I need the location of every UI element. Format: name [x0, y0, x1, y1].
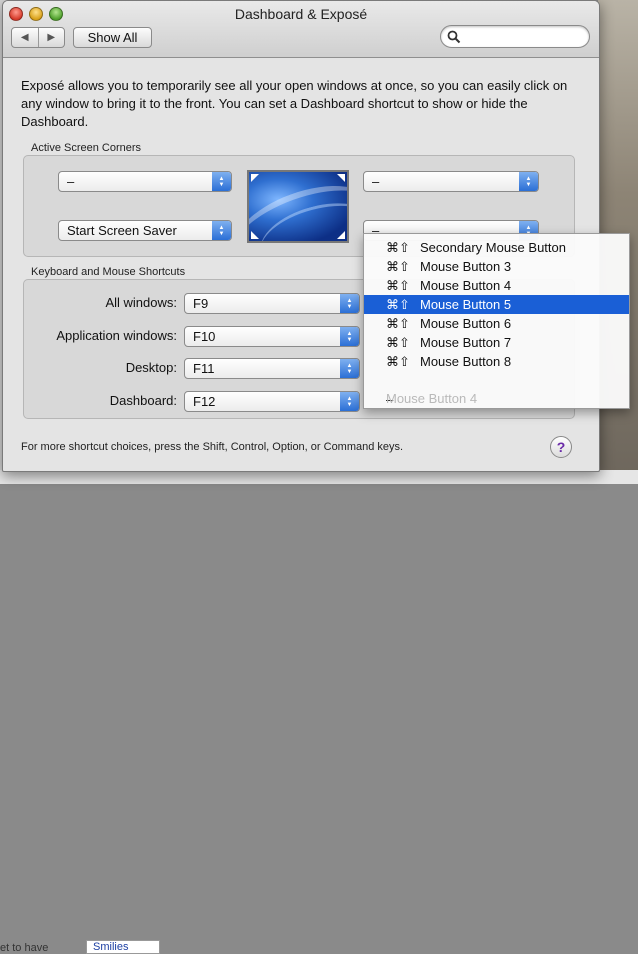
menu-item-mouse-button-4[interactable]: ⌘⇧ Mouse Button 4 [364, 276, 629, 295]
corner-marker-icon [251, 174, 259, 182]
command-shift-icon: ⌘⇧ [386, 259, 410, 274]
forward-arrow-icon[interactable]: ▶ [39, 28, 65, 47]
shortcuts-group-label: Keyboard and Mouse Shortcuts [31, 266, 186, 278]
window-title: Dashboard & Exposé [234, 6, 368, 22]
menu-item-mouse-button-8[interactable]: ⌘⇧ Mouse Button 8 [364, 352, 629, 371]
search-field[interactable] [440, 25, 590, 48]
menu-separator [364, 371, 629, 390]
back-forward-control: ◀ ▶ [11, 27, 65, 48]
top-right-corner-popup[interactable]: – ▲ ▼ [363, 171, 539, 192]
all-windows-key-popup[interactable]: F9 ▲ ▼ [184, 293, 360, 314]
popup-arrows-icon: ▲▼ [340, 294, 359, 313]
screen-corners-preview [247, 170, 349, 243]
dashboard-key-value: F12 [193, 394, 216, 409]
top-left-corner-popup[interactable]: – ▲ ▼ [58, 171, 232, 192]
bottom-left-corner-popup[interactable]: Start Screen Saver ▲ ▼ [58, 220, 232, 241]
menu-item-label: Mouse Button 4 [420, 278, 512, 293]
bottom-left-corner-value: Start Screen Saver [67, 223, 177, 238]
background-text: et to have [0, 942, 49, 954]
menu-item-label: Mouse Button 5 [420, 297, 512, 312]
dashboard-label: Dashboard: [109, 393, 177, 408]
footer-hint: For more shortcut choices, press the Shi… [21, 441, 404, 453]
titlebar: Dashboard & Exposé ◀ ▶ Show All [3, 1, 599, 58]
popup-arrows-icon: ▲▼ [212, 221, 231, 240]
description-text: Exposé allows you to temporarily see all… [21, 78, 568, 129]
command-shift-icon: ⌘⇧ [386, 297, 410, 312]
show-all-button[interactable]: Show All [73, 27, 152, 48]
all-windows-label: All windows: [105, 295, 177, 310]
application-windows-key-value: F10 [193, 329, 216, 344]
menu-item-label: Mouse Button 8 [420, 354, 512, 369]
popup-arrows-icon: ▲▼ [519, 172, 538, 191]
command-shift-icon: ⌘⇧ [386, 240, 410, 255]
top-right-corner-value: – [372, 174, 380, 189]
help-button[interactable]: ? [550, 436, 572, 458]
all-windows-key-value: F9 [193, 296, 209, 311]
background-window-bottom: et to have Smilies [0, 470, 638, 954]
command-shift-icon: ⌘⇧ [386, 335, 410, 350]
menu-item-label: Secondary Mouse Button [420, 240, 566, 255]
background-box: Smilies [86, 940, 160, 954]
popup-arrows-icon: ▲▼ [340, 359, 359, 378]
desktop-key-value: F11 [193, 361, 215, 376]
menu-item-label: Mouse Button 6 [420, 316, 512, 331]
top-left-corner-value: – [67, 174, 75, 189]
menu-item-label: Mouse Button 3 [420, 259, 512, 274]
application-windows-key-popup[interactable]: F10 ▲ ▼ [184, 326, 360, 347]
corners-group-label: Active Screen Corners [31, 142, 142, 154]
menu-item-mouse-button-5[interactable]: ⌘⇧ Mouse Button 5 [364, 295, 629, 314]
desktop-key-popup[interactable]: F11 ▲ ▼ [184, 358, 360, 379]
corner-marker-icon [251, 231, 259, 239]
dashboard-key-popup[interactable]: F12 ▲ ▼ [184, 391, 360, 412]
popup-arrows-icon: ▲▼ [340, 327, 359, 346]
search-icon [447, 30, 461, 44]
menu-item-mouse-button-6[interactable]: ⌘⇧ Mouse Button 6 [364, 314, 629, 333]
menu-item-label: Mouse Button 7 [420, 335, 512, 350]
popup-arrows-icon: ▲▼ [340, 392, 359, 411]
application-windows-label: Application windows: [56, 328, 177, 343]
back-arrow-icon[interactable]: ◀ [12, 28, 39, 47]
hidden-mouse-popup-value: Mouse Button 4 [386, 391, 478, 406]
menu-item-mouse-button-3[interactable]: ⌘⇧ Mouse Button 3 [364, 257, 629, 276]
corner-marker-icon [337, 231, 345, 239]
menu-item-secondary-mouse-button[interactable]: ⌘⇧ Secondary Mouse Button [364, 238, 629, 257]
corner-marker-icon [337, 174, 345, 182]
command-shift-icon: ⌘⇧ [386, 316, 410, 331]
popup-arrows-icon: ▲▼ [212, 172, 231, 191]
menu-item-mouse-button-7[interactable]: ⌘⇧ Mouse Button 7 [364, 333, 629, 352]
command-shift-icon: ⌘⇧ [386, 278, 410, 293]
command-shift-icon: ⌘⇧ [386, 354, 410, 369]
desktop-label: Desktop: [125, 360, 177, 375]
mouse-button-menu: ⌘⇧ Secondary Mouse Button ⌘⇧ Mouse Button … [363, 233, 630, 409]
